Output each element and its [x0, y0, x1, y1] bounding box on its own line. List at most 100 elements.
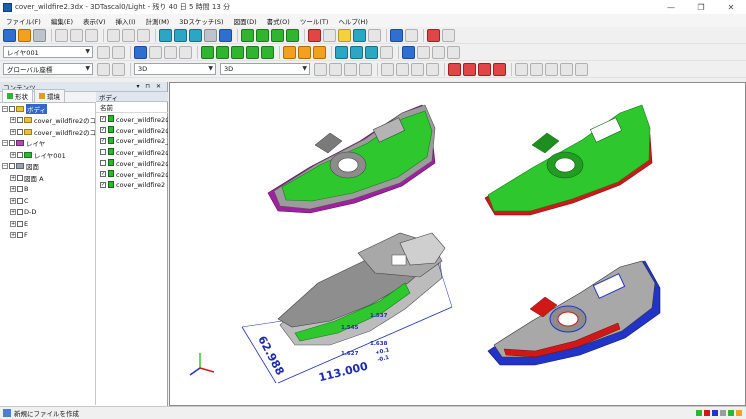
- model-bottom-left[interactable]: [277, 232, 446, 346]
- camera-icon[interactable]: [432, 45, 445, 59]
- tree-item-copy-1[interactable]: + cover_wildfire2のコピ: [0, 115, 95, 127]
- visibility-checkbox[interactable]: [17, 151, 23, 158]
- visibility-checkbox[interactable]: ✓: [100, 126, 106, 133]
- list-item[interactable]: ✓ cover_wildfire2: [96, 179, 168, 190]
- undo-icon[interactable]: [107, 28, 120, 42]
- select-icon[interactable]: [134, 45, 147, 59]
- tree-item-layer-001[interactable]: + レイヤ001: [0, 149, 95, 161]
- tree-item-drawing-c[interactable]: + C: [0, 195, 95, 207]
- list-item[interactable]: cover_wildfire2の: [96, 146, 168, 157]
- view-iso-icon[interactable]: [286, 28, 299, 42]
- axis-icon[interactable]: [390, 28, 403, 42]
- menu-help[interactable]: ヘルプ(H): [338, 16, 367, 26]
- tab-shape[interactable]: 形状: [2, 89, 33, 102]
- menu-file[interactable]: ファイル(F): [6, 16, 41, 26]
- expand-icon[interactable]: +: [10, 128, 16, 135]
- open-file-icon[interactable]: [18, 28, 31, 42]
- section-icon[interactable]: [353, 28, 366, 42]
- symbol-icon[interactable]: [411, 62, 424, 76]
- text-a-icon[interactable]: [515, 62, 528, 76]
- layer-lock-icon[interactable]: [112, 45, 125, 59]
- zoom-window-icon[interactable]: [159, 28, 172, 42]
- save-icon[interactable]: [33, 28, 46, 42]
- text-e-icon[interactable]: [575, 62, 588, 76]
- zoom-icon[interactable]: [179, 45, 192, 59]
- dim-angle-icon[interactable]: [329, 62, 342, 76]
- highlight-icon[interactable]: [417, 45, 430, 59]
- mark-a-icon[interactable]: [448, 62, 461, 76]
- visibility-checkbox[interactable]: [17, 232, 23, 239]
- fullscreen-icon[interactable]: [447, 45, 460, 59]
- menu-3d-sketch[interactable]: 3Dスケッチ(S): [179, 16, 223, 26]
- cut-icon[interactable]: [55, 28, 68, 42]
- coordinate-align-icon[interactable]: [112, 62, 125, 76]
- tool-icon[interactable]: [380, 45, 393, 59]
- visibility-checkbox[interactable]: [17, 197, 23, 204]
- list-item[interactable]: cover_wildfire2の: [96, 157, 168, 168]
- text-d-icon[interactable]: [560, 62, 573, 76]
- expand-icon[interactable]: +: [10, 151, 16, 158]
- balloon-icon[interactable]: [396, 62, 409, 76]
- mark-c-icon[interactable]: [478, 62, 491, 76]
- shade-icon[interactable]: [201, 45, 214, 59]
- shade-edge-icon[interactable]: [216, 45, 229, 59]
- view-front-icon[interactable]: [241, 28, 254, 42]
- expand-icon[interactable]: +: [10, 220, 16, 227]
- tree-item-drawing-dd[interactable]: + D-D: [0, 207, 95, 219]
- explode-icon[interactable]: [298, 45, 311, 59]
- zoom-in-icon[interactable]: [189, 28, 202, 42]
- menu-format[interactable]: 書式(O): [267, 16, 290, 26]
- text-b-icon[interactable]: [530, 62, 543, 76]
- dim-linear-icon[interactable]: [314, 62, 327, 76]
- collapse-icon[interactable]: −: [2, 163, 8, 170]
- redo-icon[interactable]: [122, 28, 135, 42]
- model-bottom-right[interactable]: [487, 260, 661, 366]
- wireframe-icon[interactable]: [231, 45, 244, 59]
- transform-icon[interactable]: [365, 45, 378, 59]
- markup-icon[interactable]: [442, 28, 455, 42]
- layer-visible-icon[interactable]: [97, 45, 110, 59]
- move-icon[interactable]: [350, 45, 363, 59]
- line-icon[interactable]: [323, 28, 336, 42]
- coordinate-set-icon[interactable]: [97, 62, 110, 76]
- tree-item-drawing[interactable]: − 図面: [0, 161, 95, 173]
- view-top-icon[interactable]: [256, 28, 269, 42]
- list-item[interactable]: ✓ cover_wildfire2の: [96, 124, 168, 135]
- animate-icon[interactable]: [313, 45, 326, 59]
- maximize-button[interactable]: ❐: [686, 0, 716, 14]
- expand-icon[interactable]: +: [10, 174, 16, 181]
- annotation-icon[interactable]: [427, 28, 440, 42]
- measure-icon[interactable]: [368, 28, 381, 42]
- pan-icon[interactable]: [164, 45, 177, 59]
- tree-item-body[interactable]: − ボディ: [0, 103, 95, 115]
- menu-view[interactable]: 表示(V): [83, 16, 106, 26]
- layer-combo[interactable]: レイヤ001 ▼: [3, 46, 93, 58]
- help-icon[interactable]: [219, 28, 232, 42]
- list-item[interactable]: ✓ cover_wildfire2_8: [96, 135, 168, 146]
- visibility-checkbox[interactable]: [9, 105, 15, 112]
- visibility-checkbox[interactable]: [9, 163, 15, 170]
- paste-icon[interactable]: [85, 28, 98, 42]
- column-header-name[interactable]: 名前: [96, 102, 168, 113]
- transparent-icon[interactable]: [261, 45, 274, 59]
- menu-tools[interactable]: ツール(T): [300, 16, 329, 26]
- visibility-checkbox[interactable]: ✓: [100, 170, 106, 177]
- picker-icon[interactable]: [402, 45, 415, 59]
- tree-item-copy-2[interactable]: + cover_wildfire2のコピ: [0, 126, 95, 138]
- expand-icon[interactable]: +: [10, 186, 16, 193]
- menu-edit[interactable]: 編集(E): [51, 16, 73, 26]
- datum-icon[interactable]: [426, 62, 439, 76]
- coordinate-combo[interactable]: グローバル座標 ▼: [3, 63, 93, 75]
- copy-icon[interactable]: [70, 28, 83, 42]
- list-item[interactable]: ✓ cover_wildfire2の: [96, 168, 168, 179]
- hidden-line-icon[interactable]: [246, 45, 259, 59]
- visibility-checkbox[interactable]: ✓: [100, 115, 106, 122]
- expand-icon[interactable]: +: [10, 117, 16, 124]
- menu-drawing[interactable]: 図面(D): [234, 16, 257, 26]
- model-top-left[interactable]: [267, 104, 436, 214]
- visibility-checkbox[interactable]: [17, 174, 23, 181]
- visibility-checkbox[interactable]: [17, 209, 23, 216]
- expand-icon[interactable]: +: [10, 209, 16, 216]
- 3d-viewport[interactable]: 62.988 113.000 +0.1 -0.1 1.545 1.537 1.6…: [169, 82, 746, 406]
- visibility-checkbox[interactable]: [100, 148, 106, 155]
